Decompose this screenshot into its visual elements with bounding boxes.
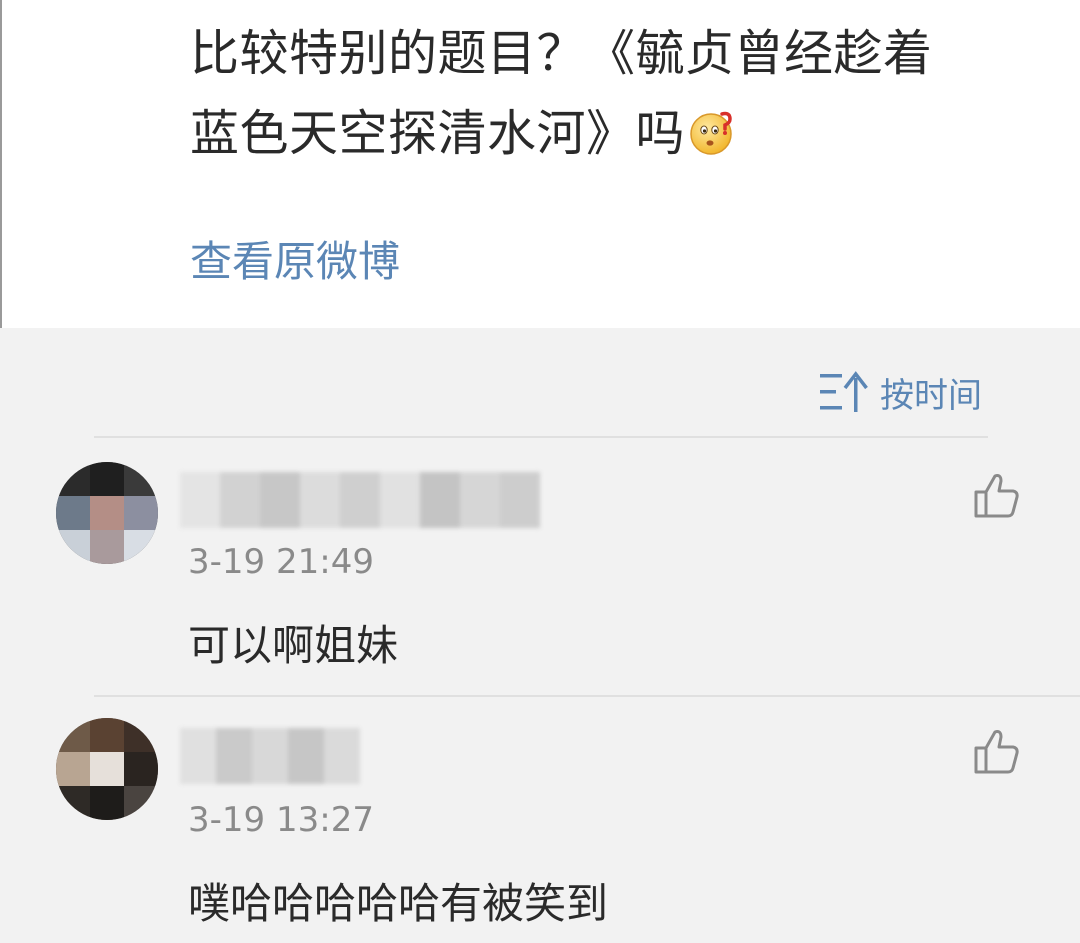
username-blurred[interactable] — [180, 728, 360, 784]
post-text-line2: 蓝色天空探清水河》吗 — [190, 105, 686, 162]
thinking-face-emoji-icon — [689, 108, 737, 156]
like-button[interactable] — [970, 470, 1024, 520]
thumbs-up-icon — [974, 474, 1019, 518]
divider — [94, 695, 1080, 697]
sort-label: 按时间 — [880, 375, 982, 416]
avatar[interactable] — [56, 718, 158, 820]
like-button[interactable] — [970, 726, 1024, 776]
avatar[interactable] — [56, 462, 158, 564]
original-post: 比较特别的题目？《毓贞曾经趁着 蓝色天空探清水河》吗 查看原微博 — [0, 0, 1080, 328]
view-original-post-link[interactable]: 查看原微博 — [190, 232, 400, 292]
sort-ascending-icon — [820, 371, 868, 412]
divider — [94, 436, 988, 438]
comment-timestamp: 3-19 21:49 — [188, 542, 374, 582]
sort-by-time-button[interactable]: 按时间 — [818, 366, 982, 418]
comment-page: 比较特别的题目？《毓贞曾经趁着 蓝色天空探清水河》吗 查看原微博 按时间 3-1… — [0, 0, 1080, 943]
comment-timestamp: 3-19 13:27 — [188, 800, 374, 840]
post-text-line1: 比较特别的题目？《毓贞曾经趁着 — [190, 25, 933, 82]
username-blurred[interactable] — [180, 472, 540, 528]
comment-text: 可以啊姐妹 — [188, 621, 399, 670]
comment-text: 噗哈哈哈哈哈有被笑到 — [188, 879, 609, 928]
thumbs-up-icon — [974, 730, 1019, 774]
post-text: 比较特别的题目？《毓贞曾经趁着 蓝色天空探清水河》吗 — [190, 14, 1040, 174]
